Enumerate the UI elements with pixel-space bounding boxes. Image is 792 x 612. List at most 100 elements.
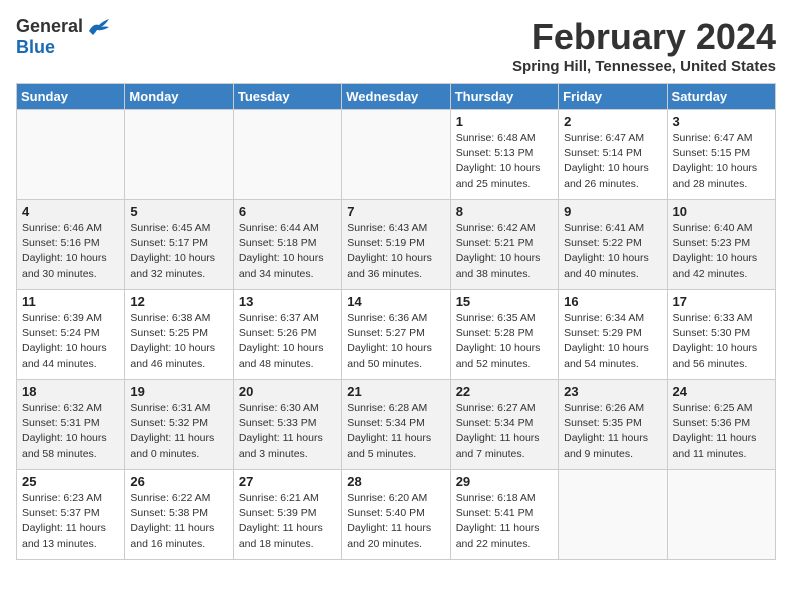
day-number: 29: [456, 474, 553, 489]
day-info: Sunrise: 6:48 AM Sunset: 5:13 PM Dayligh…: [456, 131, 553, 192]
calendar-cell: 13 Sunrise: 6:37 AM Sunset: 5:26 PM Dayli…: [233, 290, 341, 380]
day-number: 26: [130, 474, 227, 489]
calendar-cell: 11 Sunrise: 6:39 AM Sunset: 5:24 PM Dayli…: [17, 290, 125, 380]
calendar-cell: 21 Sunrise: 6:28 AM Sunset: 5:34 PM Dayli…: [342, 380, 450, 470]
day-info: Sunrise: 6:42 AM Sunset: 5:21 PM Dayligh…: [456, 221, 553, 282]
day-number: 25: [22, 474, 119, 489]
day-info: Sunrise: 6:31 AM Sunset: 5:32 PM Dayligh…: [130, 401, 227, 462]
day-info: Sunrise: 6:44 AM Sunset: 5:18 PM Dayligh…: [239, 221, 336, 282]
day-info: Sunrise: 6:32 AM Sunset: 5:31 PM Dayligh…: [22, 401, 119, 462]
day-number: 27: [239, 474, 336, 489]
day-number: 11: [22, 294, 119, 309]
day-info: Sunrise: 6:45 AM Sunset: 5:17 PM Dayligh…: [130, 221, 227, 282]
weekday-header-row: SundayMondayTuesdayWednesdayThursdayFrid…: [17, 84, 776, 110]
day-number: 13: [239, 294, 336, 309]
day-info: Sunrise: 6:28 AM Sunset: 5:34 PM Dayligh…: [347, 401, 444, 462]
day-number: 22: [456, 384, 553, 399]
calendar-week-row: 18Sunrise: 6:32 AM Sunset: 5:31 PM Dayli…: [17, 380, 776, 470]
calendar-cell: 26Sunrise: 6:22 AM Sunset: 5:38 PM Dayli…: [125, 470, 233, 560]
day-info: Sunrise: 6:30 AM Sunset: 5:33 PM Dayligh…: [239, 401, 336, 462]
day-number: 3: [673, 114, 770, 129]
calendar-cell: [342, 110, 450, 200]
title-block: February 2024 Spring Hill, Tennessee, Un…: [512, 16, 776, 75]
calendar-cell: [233, 110, 341, 200]
calendar-cell: 3 Sunrise: 6:47 AM Sunset: 5:15 PM Daylig…: [667, 110, 775, 200]
calendar-cell: 7Sunrise: 6:43 AM Sunset: 5:19 PM Daylig…: [342, 200, 450, 290]
calendar-cell: [125, 110, 233, 200]
day-number: 14: [347, 294, 444, 309]
day-number: 12: [130, 294, 227, 309]
day-number: 6: [239, 204, 336, 219]
logo-blue-text: Blue: [16, 37, 55, 58]
weekday-header-wednesday: Wednesday: [342, 84, 450, 110]
calendar-cell: 20 Sunrise: 6:30 AM Sunset: 5:33 PM Dayli…: [233, 380, 341, 470]
calendar-week-row: 4 Sunrise: 6:46 AM Sunset: 5:16 PM Daylig…: [17, 200, 776, 290]
calendar-cell: 15 Sunrise: 6:35 AM Sunset: 5:28 PM Dayli…: [450, 290, 558, 380]
day-info: Sunrise: 6:21 AM Sunset: 5:39 PM Dayligh…: [239, 491, 336, 552]
calendar-week-row: 25Sunrise: 6:23 AM Sunset: 5:37 PM Dayli…: [17, 470, 776, 560]
calendar-cell: 6 Sunrise: 6:44 AM Sunset: 5:18 PM Daylig…: [233, 200, 341, 290]
day-number: 15: [456, 294, 553, 309]
calendar-cell: 16 Sunrise: 6:34 AM Sunset: 5:29 PM Dayli…: [559, 290, 667, 380]
logo-bird-icon: [85, 17, 113, 37]
day-info: Sunrise: 6:39 AM Sunset: 5:24 PM Dayligh…: [22, 311, 119, 372]
day-info: Sunrise: 6:25 AM Sunset: 5:36 PM Dayligh…: [673, 401, 770, 462]
calendar-cell: 24 Sunrise: 6:25 AM Sunset: 5:36 PM Dayli…: [667, 380, 775, 470]
day-number: 4: [22, 204, 119, 219]
day-number: 24: [673, 384, 770, 399]
day-info: Sunrise: 6:33 AM Sunset: 5:30 PM Dayligh…: [673, 311, 770, 372]
weekday-header-saturday: Saturday: [667, 84, 775, 110]
calendar-cell: 18Sunrise: 6:32 AM Sunset: 5:31 PM Dayli…: [17, 380, 125, 470]
calendar-cell: 25Sunrise: 6:23 AM Sunset: 5:37 PM Dayli…: [17, 470, 125, 560]
calendar-cell: 19 Sunrise: 6:31 AM Sunset: 5:32 PM Dayli…: [125, 380, 233, 470]
day-number: 19: [130, 384, 227, 399]
weekday-header-tuesday: Tuesday: [233, 84, 341, 110]
month-title: February 2024: [512, 16, 776, 58]
page-header: General Blue February 2024 Spring Hill, …: [16, 16, 776, 75]
day-number: 8: [456, 204, 553, 219]
day-info: Sunrise: 6:38 AM Sunset: 5:25 PM Dayligh…: [130, 311, 227, 372]
calendar-cell: 29Sunrise: 6:18 AM Sunset: 5:41 PM Dayli…: [450, 470, 558, 560]
weekday-header-thursday: Thursday: [450, 84, 558, 110]
day-info: Sunrise: 6:37 AM Sunset: 5:26 PM Dayligh…: [239, 311, 336, 372]
calendar-cell: 23 Sunrise: 6:26 AM Sunset: 5:35 PM Dayli…: [559, 380, 667, 470]
day-number: 28: [347, 474, 444, 489]
calendar-cell: [17, 110, 125, 200]
day-number: 1: [456, 114, 553, 129]
calendar-cell: 10 Sunrise: 6:40 AM Sunset: 5:23 PM Dayli…: [667, 200, 775, 290]
calendar-cell: [667, 470, 775, 560]
day-info: Sunrise: 6:47 AM Sunset: 5:14 PM Dayligh…: [564, 131, 661, 192]
calendar-cell: 1 Sunrise: 6:48 AM Sunset: 5:13 PM Daylig…: [450, 110, 558, 200]
day-info: Sunrise: 6:47 AM Sunset: 5:15 PM Dayligh…: [673, 131, 770, 192]
day-number: 16: [564, 294, 661, 309]
calendar-week-row: 1 Sunrise: 6:48 AM Sunset: 5:13 PM Daylig…: [17, 110, 776, 200]
calendar-week-row: 11 Sunrise: 6:39 AM Sunset: 5:24 PM Dayli…: [17, 290, 776, 380]
day-number: 20: [239, 384, 336, 399]
calendar-cell: 2 Sunrise: 6:47 AM Sunset: 5:14 PM Daylig…: [559, 110, 667, 200]
calendar-cell: 14 Sunrise: 6:36 AM Sunset: 5:27 PM Dayli…: [342, 290, 450, 380]
day-info: Sunrise: 6:40 AM Sunset: 5:23 PM Dayligh…: [673, 221, 770, 282]
day-info: Sunrise: 6:41 AM Sunset: 5:22 PM Dayligh…: [564, 221, 661, 282]
calendar-table: SundayMondayTuesdayWednesdayThursdayFrid…: [16, 83, 776, 560]
day-info: Sunrise: 6:20 AM Sunset: 5:40 PM Dayligh…: [347, 491, 444, 552]
day-info: Sunrise: 6:34 AM Sunset: 5:29 PM Dayligh…: [564, 311, 661, 372]
day-number: 10: [673, 204, 770, 219]
day-info: Sunrise: 6:46 AM Sunset: 5:16 PM Dayligh…: [22, 221, 119, 282]
day-info: Sunrise: 6:43 AM Sunset: 5:19 PM Dayligh…: [347, 221, 444, 282]
day-info: Sunrise: 6:36 AM Sunset: 5:27 PM Dayligh…: [347, 311, 444, 372]
day-number: 23: [564, 384, 661, 399]
location-text: Spring Hill, Tennessee, United States: [512, 58, 776, 75]
logo: General Blue: [16, 16, 113, 58]
day-number: 5: [130, 204, 227, 219]
calendar-cell: 22 Sunrise: 6:27 AM Sunset: 5:34 PM Dayli…: [450, 380, 558, 470]
day-info: Sunrise: 6:27 AM Sunset: 5:34 PM Dayligh…: [456, 401, 553, 462]
day-number: 2: [564, 114, 661, 129]
weekday-header-sunday: Sunday: [17, 84, 125, 110]
calendar-cell: 8 Sunrise: 6:42 AM Sunset: 5:21 PM Daylig…: [450, 200, 558, 290]
day-number: 21: [347, 384, 444, 399]
weekday-header-friday: Friday: [559, 84, 667, 110]
day-info: Sunrise: 6:35 AM Sunset: 5:28 PM Dayligh…: [456, 311, 553, 372]
day-info: Sunrise: 6:26 AM Sunset: 5:35 PM Dayligh…: [564, 401, 661, 462]
calendar-cell: 12 Sunrise: 6:38 AM Sunset: 5:25 PM Dayli…: [125, 290, 233, 380]
calendar-cell: 17Sunrise: 6:33 AM Sunset: 5:30 PM Dayli…: [667, 290, 775, 380]
